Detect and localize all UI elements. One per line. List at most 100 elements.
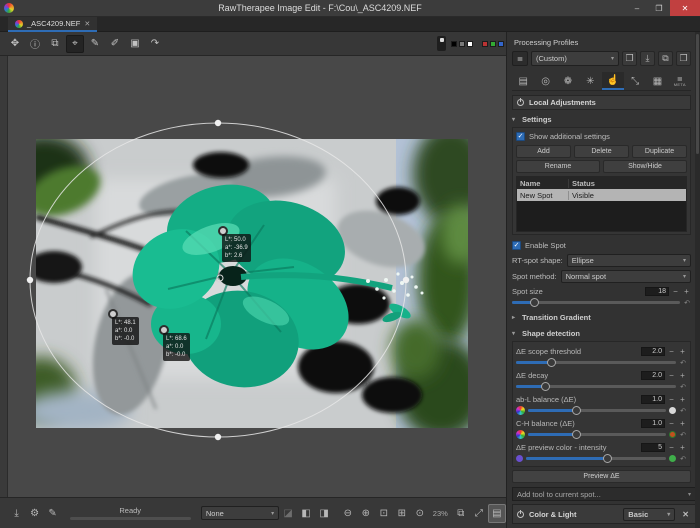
increment-button[interactable]: + (678, 371, 687, 380)
image-tab[interactable]: _ASC4209.NEF ✕ (8, 17, 97, 32)
slider-value[interactable]: 1.0 (641, 419, 665, 428)
slider-track[interactable] (528, 433, 666, 436)
increment-button[interactable]: + (678, 419, 687, 428)
show-additional-settings-row[interactable]: ✓ Show additional settings (516, 130, 687, 143)
soft-proofing-icon[interactable]: ◪ (279, 504, 297, 523)
slider-track[interactable] (512, 301, 680, 304)
pan-tool-icon[interactable]: ✥ (6, 35, 24, 53)
zoom-out-icon[interactable]: ⊖ (339, 504, 357, 523)
straighten-tool-icon[interactable]: ✎ (86, 35, 104, 53)
slider-value[interactable]: 18 (645, 287, 669, 296)
local-adjustments-header[interactable]: Local Adjustments (512, 95, 691, 110)
slider-track[interactable] (528, 409, 666, 412)
zoom-fit-crop-icon[interactable]: ⊞ (393, 504, 411, 523)
before-view-icon[interactable]: ◧ (297, 504, 315, 523)
zoom-fit-icon[interactable]: ⊡ (375, 504, 393, 523)
add-tool-select[interactable]: Add tool to current spot... ▾ (512, 487, 696, 501)
spot-method-select[interactable]: Normal spot ▾ (561, 270, 691, 283)
external-editor-icon[interactable]: ✎ (44, 504, 62, 523)
reset-icon[interactable]: ↶ (679, 383, 687, 391)
slider-value[interactable]: 2.0 (641, 371, 665, 380)
info-icon[interactable]: ⓘ (26, 35, 44, 53)
tab-close-icon[interactable]: ✕ (84, 20, 90, 28)
color-picker-1[interactable]: L*: 50.0a*: -36.9b*: 2.6 (218, 226, 251, 262)
increment-button[interactable]: + (682, 287, 691, 296)
color-picker-2[interactable]: L*: 48.1a*: 0.0b*: -0.0 (108, 309, 139, 345)
after-view-icon[interactable]: ◨ (315, 504, 333, 523)
power-icon[interactable] (517, 99, 524, 106)
spot-edit-tool-icon[interactable]: ⌖ (66, 35, 84, 53)
increment-button[interactable]: + (678, 347, 687, 356)
add-spot-button[interactable]: Add (516, 145, 571, 158)
reset-icon[interactable]: ↶ (679, 359, 687, 367)
tab-color-icon[interactable]: ❁ (557, 72, 579, 90)
spot-list-empty-area[interactable] (517, 201, 686, 231)
channel-green-swatch[interactable] (490, 41, 496, 47)
spot-row-selected[interactable]: New Spot Visible (517, 189, 686, 201)
reset-icon[interactable]: ↶ (683, 299, 691, 307)
slider-track[interactable] (516, 361, 676, 364)
checkbox-checked-icon[interactable]: ✓ (512, 241, 521, 250)
tab-metadata-icon[interactable]: ≣ META (669, 72, 691, 90)
tab-detail-icon[interactable]: ◎ (534, 72, 556, 90)
profile-quick-select[interactable]: None ▾ (201, 506, 279, 520)
spot-shape-select[interactable]: Ellipse ▾ (567, 254, 691, 267)
slider-value[interactable]: 5 (641, 443, 665, 452)
maximize-button[interactable]: ❐ (648, 0, 670, 16)
close-button[interactable]: ✕ (670, 0, 700, 16)
decrement-button[interactable]: − (667, 443, 676, 452)
shape-detection-expander[interactable]: ▾ Shape detection (512, 327, 691, 340)
checkbox-checked-icon[interactable]: ✓ (516, 132, 525, 141)
color-and-light-header[interactable]: Color & Light Basic ▾ ✕ (512, 504, 696, 524)
name-column-header[interactable]: Name (517, 179, 569, 188)
complexity-select[interactable]: Basic ▾ (623, 508, 675, 521)
reset-icon[interactable]: ↶ (679, 407, 687, 415)
tab-local-adjustments-icon[interactable]: ☝ (602, 72, 624, 90)
slider-track[interactable] (526, 457, 666, 460)
background-color-panel-icon[interactable] (437, 36, 446, 51)
filmstrip-toggle-icon[interactable]: ▤ (488, 504, 506, 523)
slider-track[interactable] (516, 385, 676, 388)
slider-value[interactable]: 1.0 (641, 395, 665, 404)
tab-transform-icon[interactable]: ⤡ (624, 72, 646, 90)
zoom-in-icon[interactable]: ⊕ (357, 504, 375, 523)
status-column-header[interactable]: Status (569, 179, 686, 188)
tab-raw-icon[interactable]: ▦ (646, 72, 668, 90)
copy-profile-icon[interactable]: ⧉ (658, 51, 673, 66)
copy-profile-icon[interactable]: ⧉ (46, 35, 64, 53)
increment-button[interactable]: + (678, 443, 687, 452)
tab-advanced-icon[interactable]: ✳ (579, 72, 601, 90)
showhide-spot-button[interactable]: Show/Hide (603, 160, 687, 173)
add-to-queue-icon[interactable]: ⚙ (26, 504, 44, 523)
reset-icon[interactable]: ↶ (679, 455, 687, 463)
close-tool-icon[interactable]: ✕ (680, 510, 691, 519)
duplicate-spot-button[interactable]: Duplicate (632, 145, 687, 158)
tab-exposure-icon[interactable]: ▤ (512, 72, 534, 90)
minimize-button[interactable]: – (626, 0, 648, 16)
bg-white-swatch[interactable] (467, 41, 473, 47)
slider-value[interactable]: 2.0 (641, 347, 665, 356)
decrement-button[interactable]: − (667, 347, 676, 356)
decrement-button[interactable]: − (667, 371, 676, 380)
color-picker-tool-icon[interactable]: ✐ (106, 35, 124, 53)
decrement-button[interactable]: − (667, 395, 676, 404)
preview-de-button[interactable]: Preview ΔE (512, 470, 691, 483)
profile-fill-mode-icon[interactable]: ≣ (512, 51, 528, 66)
channel-blue-swatch[interactable] (498, 41, 504, 47)
image-canvas[interactable]: L*: 50.0a*: -36.9b*: 2.6 L*: 48.1a*: 0.0… (8, 56, 506, 497)
bg-gray-swatch[interactable] (459, 41, 465, 47)
color-picker-3[interactable]: L*: 68.6a*: 0.0b*: -0.0 (159, 325, 190, 361)
crop-tool-icon[interactable]: ▣ (126, 35, 144, 53)
save-image-icon[interactable]: ⤓ (8, 504, 26, 523)
zoom-100-icon[interactable]: ⊙ (411, 504, 429, 523)
channel-red-swatch[interactable] (482, 41, 488, 47)
bg-black-swatch[interactable] (451, 41, 457, 47)
decrement-button[interactable]: − (671, 287, 680, 296)
transition-gradient-expander[interactable]: ▸ Transition Gradient (512, 311, 691, 324)
settings-expander[interactable]: ▾ Settings (512, 113, 691, 126)
increment-button[interactable]: + (678, 395, 687, 404)
fullscreen-icon[interactable]: ⤢ (470, 504, 488, 523)
load-profile-icon[interactable]: ❒ (622, 51, 637, 66)
rename-spot-button[interactable]: Rename (516, 160, 600, 173)
detail-window-icon[interactable]: ⧉ (452, 504, 470, 523)
